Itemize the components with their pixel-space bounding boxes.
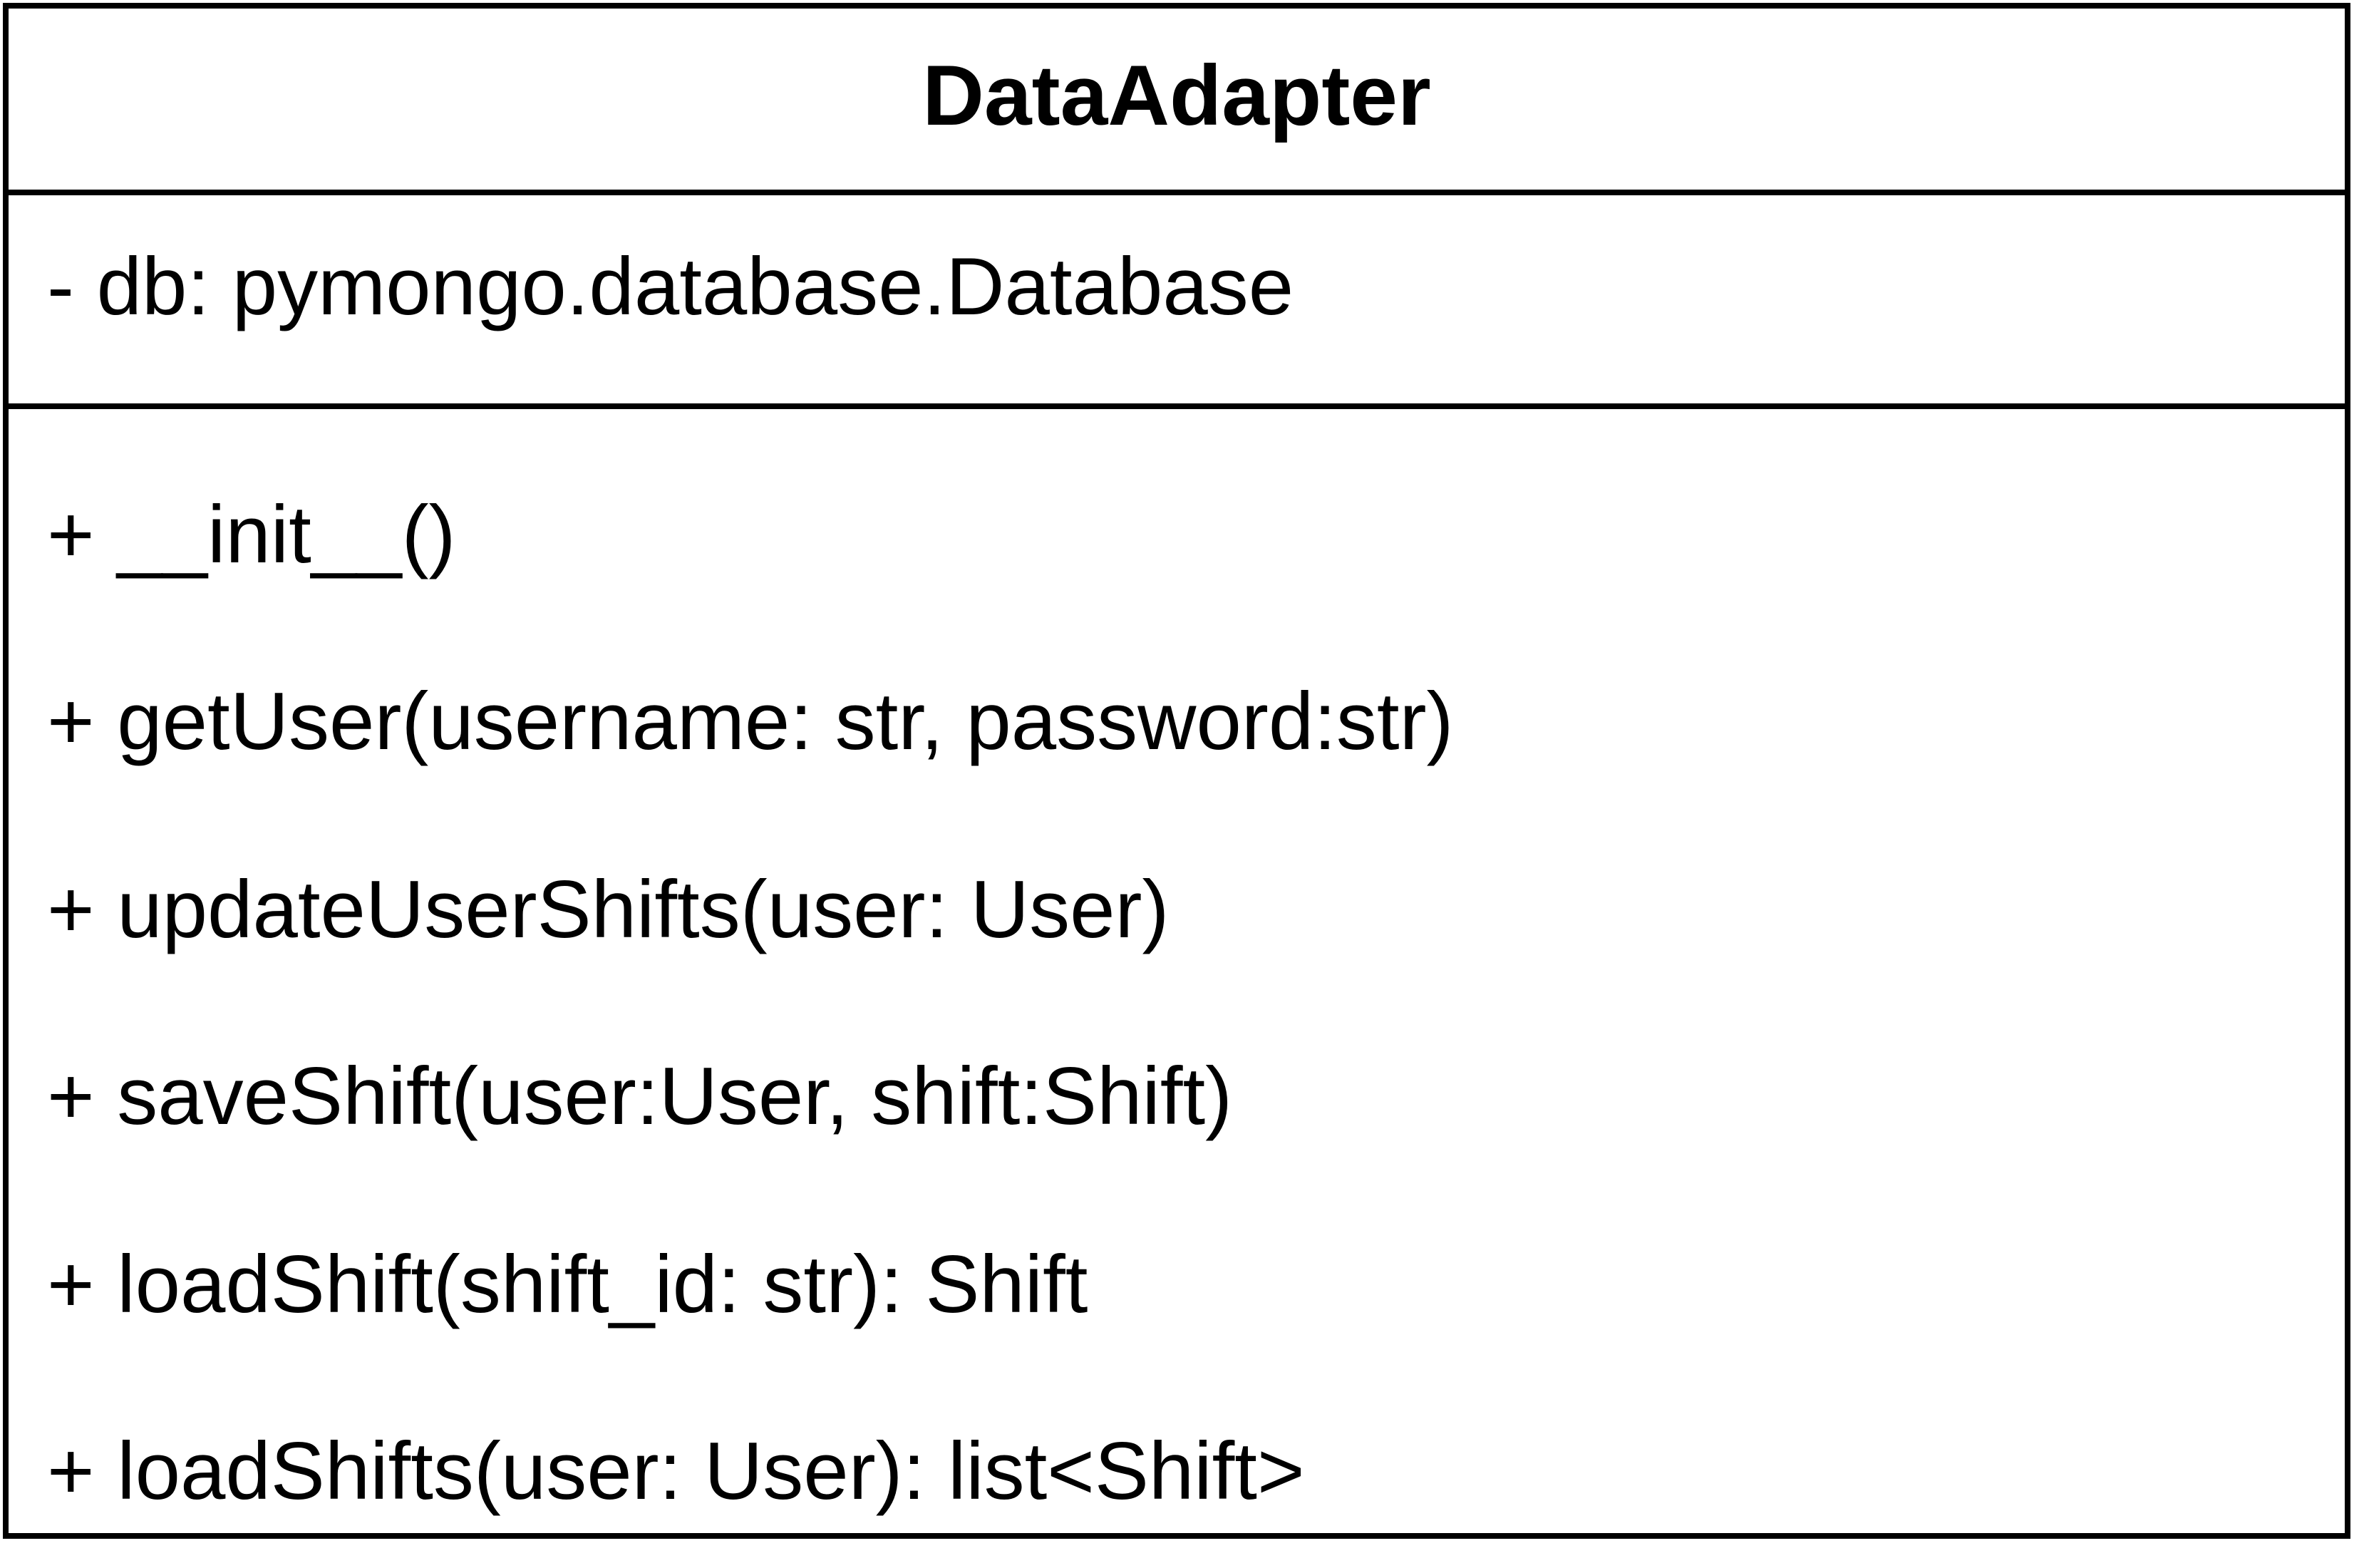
class-name: DataAdapter	[922, 48, 1431, 143]
method-load-shifts: + loadShifts(user: User): list<Shift>	[47, 1426, 1305, 1517]
attributes-compartment: - db: pymongo.database.Database	[9, 195, 2345, 409]
method-update-user-shifts: + updateUserShifts(user: User)	[47, 865, 1170, 955]
method-load-shift: + loadShift(shift_id: str): Shift	[47, 1239, 1088, 1330]
method-init: + __init__()	[47, 490, 456, 580]
uml-class-box: DataAdapter - db: pymongo.database.Datab…	[3, 3, 2350, 1539]
attribute-db: - db: pymongo.database.Database	[47, 242, 1294, 332]
method-save-shift: + saveShift(user:User, shift:Shift)	[47, 1051, 1233, 1142]
class-name-compartment: DataAdapter	[9, 9, 2345, 195]
method-get-user: + getUser(username: str, password:str)	[47, 676, 1454, 767]
methods-compartment: + __init__() + getUser(username: str, pa…	[9, 409, 2345, 1533]
